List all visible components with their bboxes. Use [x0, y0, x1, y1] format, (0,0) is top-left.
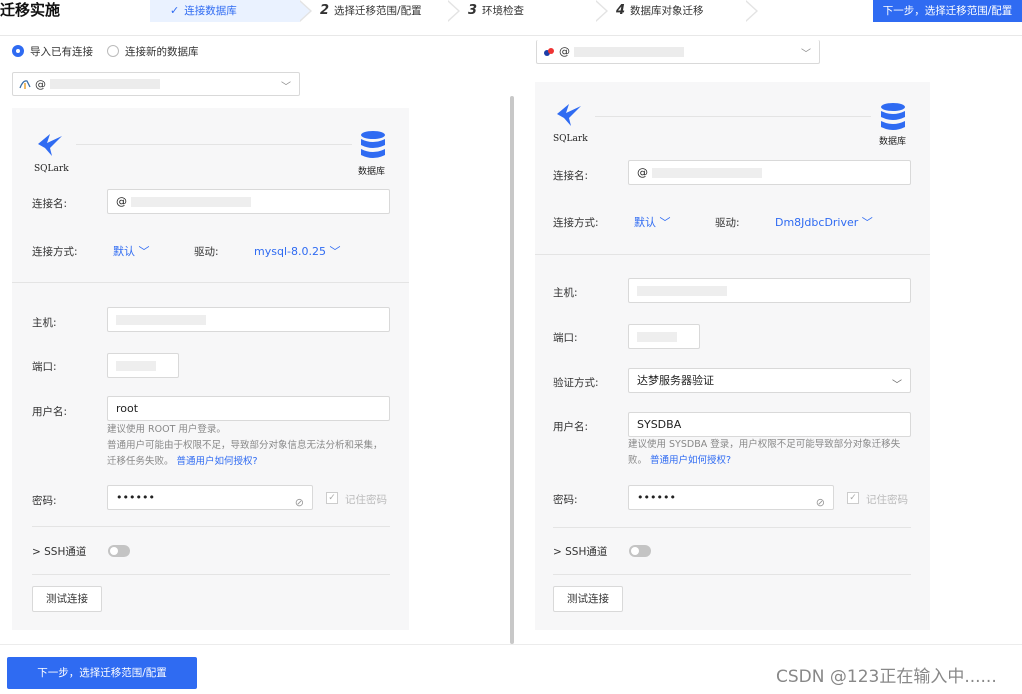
- connection-method-select[interactable]: 默认 ﹀: [634, 214, 671, 230]
- connection-method-label: 连接方式:: [32, 246, 78, 258]
- remember-password-label: 记住密码: [866, 494, 908, 506]
- next-step-button-top[interactable]: 下一步，选择迁移范围/配置: [873, 0, 1022, 22]
- host-label: 主机:: [32, 317, 57, 329]
- database-label: 数据库: [879, 137, 907, 147]
- test-connection-button[interactable]: 测试连接: [32, 586, 102, 612]
- username-value: SYSDBA: [637, 418, 682, 431]
- step-connect-database[interactable]: ✓ 连接数据库: [150, 0, 312, 22]
- auth-method-label: 验证方式:: [553, 377, 599, 389]
- scrollbar[interactable]: [510, 96, 514, 644]
- connection-name-label: 连接名:: [553, 170, 589, 182]
- username-input[interactable]: SYSDBA: [628, 412, 911, 437]
- connection-name-value: @: [116, 195, 127, 208]
- port-label: 端口:: [32, 361, 57, 373]
- remember-password-label: 记住密码: [345, 494, 387, 506]
- step-label: 选择迁移范围/配置: [334, 5, 422, 17]
- password-label: 密码:: [32, 495, 57, 507]
- chevron-down-icon: ﹀: [801, 49, 811, 60]
- authorization-help-link[interactable]: 普通用户如何授权?: [177, 456, 258, 467]
- auth-method-value: 达梦服务器验证: [637, 374, 714, 387]
- source-connection-select[interactable]: @ ﹀: [12, 72, 300, 96]
- username-value: root: [116, 402, 139, 415]
- password-value: ••••••: [637, 491, 676, 504]
- target-connection-card: SQLark 数据库 连接名: @ 连接方式: 默认 ﹀ 驱动: Dm8Jdbc…: [535, 82, 930, 630]
- host-input[interactable]: [628, 278, 911, 303]
- test-connection-button[interactable]: 测试连接: [553, 586, 623, 612]
- radio-new-label: 连接新的数据库: [125, 45, 199, 58]
- eye-hidden-icon[interactable]: ⊘: [295, 491, 304, 514]
- password-value: ••••••: [116, 491, 155, 504]
- radio-new-connection[interactable]: [107, 45, 119, 57]
- username-label: 用户名:: [32, 406, 68, 418]
- driver-label: 驱动:: [194, 246, 219, 258]
- host-input[interactable]: [107, 307, 390, 332]
- connection-method-select[interactable]: 默认 ﹀: [113, 243, 150, 259]
- redacted-text: [574, 46, 684, 57]
- target-connection-select[interactable]: @ ﹀: [536, 40, 820, 64]
- username-input[interactable]: root: [107, 396, 390, 421]
- database-label: 数据库: [358, 167, 386, 177]
- step-label: 连接数据库: [184, 5, 237, 17]
- step-environment-check[interactable]: 3 环境检查: [448, 0, 608, 22]
- ssh-tunnel-switch[interactable]: [629, 545, 651, 557]
- connection-source-radio-group: 导入已有连接 连接新的数据库: [12, 44, 199, 58]
- port-label: 端口:: [553, 332, 578, 344]
- port-input[interactable]: [628, 324, 700, 349]
- driver-label: 驱动:: [715, 217, 740, 229]
- target-connection-value: @: [559, 45, 570, 58]
- check-icon: ✓: [170, 4, 180, 17]
- radio-existing-connection[interactable]: [12, 45, 24, 57]
- sqlark-logo-label: SQLark: [34, 164, 69, 174]
- step-label: 数据库对象迁移: [630, 5, 704, 17]
- mysql-icon: [19, 80, 31, 89]
- ssh-tunnel-toggle-label[interactable]: > SSH通道: [553, 544, 607, 559]
- source-connection-card: SQLark 数据库 连接名: @ 连接方式: 默认 ﹀ 驱动: mysql-8…: [12, 108, 409, 630]
- step-indicator: ✓ 连接数据库 2 选择迁移范围/配置 3 环境检查 4 数据库对象迁移: [150, 0, 758, 22]
- step-label: 环境检查: [482, 5, 525, 17]
- step-object-migration[interactable]: 4 数据库对象迁移: [596, 0, 758, 22]
- driver-select[interactable]: Dm8JdbcDriver ﹀: [775, 214, 873, 230]
- password-input[interactable]: •••••• ⊘: [628, 485, 834, 510]
- watermark: CSDN @123正在输入中......: [776, 667, 997, 687]
- username-hint: 建议使用 ROOT 用户登录。 普通用户可能由于权限不足，导致部分对象信息无法分…: [107, 424, 383, 467]
- connection-name-input[interactable]: @: [628, 160, 911, 185]
- auth-method-select[interactable]: 达梦服务器验证 ﹀: [628, 368, 911, 393]
- sqlark-logo-label: SQLark: [553, 134, 588, 144]
- connection-name-value: @: [637, 166, 648, 179]
- step-number: 2: [320, 3, 330, 18]
- remember-password-checkbox[interactable]: ✓: [326, 492, 338, 504]
- step-select-scope[interactable]: 2 选择迁移范围/配置: [300, 0, 460, 22]
- database-icon: [881, 103, 905, 130]
- authorization-help-link[interactable]: 普通用户如何授权?: [650, 455, 731, 466]
- chevron-down-icon: ﹀: [892, 380, 902, 391]
- eye-hidden-icon[interactable]: ⊘: [816, 491, 825, 514]
- sqlark-logo-icon: [557, 104, 581, 126]
- connection-name-label: 连接名:: [32, 198, 68, 210]
- redacted-text: [50, 79, 160, 89]
- password-input[interactable]: •••••• ⊘: [107, 485, 313, 510]
- radio-existing-label: 导入已有连接: [30, 45, 93, 58]
- remember-password-checkbox[interactable]: ✓: [847, 492, 859, 504]
- sqlark-logo-icon: [38, 134, 62, 156]
- dameng-icon: [544, 47, 554, 56]
- ssh-tunnel-switch[interactable]: [108, 545, 130, 557]
- host-label: 主机:: [553, 287, 578, 299]
- username-label: 用户名:: [553, 421, 589, 433]
- source-connection-value: @: [35, 77, 46, 91]
- top-bar: 迁移实施 ✓ 连接数据库 2 选择迁移范围/配置 3 环境检查 4 数据库对象迁移 下一…: [0, 0, 1022, 36]
- username-hint: 建议使用 SYSDBA 登录，用户权限不足可能导致部分对象迁移失 败。 普通用户…: [628, 439, 901, 466]
- database-icon: [361, 131, 385, 158]
- next-step-button-bottom[interactable]: 下一步，选择迁移范围/配置: [7, 657, 197, 689]
- password-label: 密码:: [553, 494, 578, 506]
- connection-method-label: 连接方式:: [553, 217, 599, 229]
- step-number: 4: [616, 3, 626, 18]
- page-title: 迁移实施: [0, 1, 61, 19]
- port-input[interactable]: [107, 353, 179, 378]
- chevron-down-icon: ﹀: [281, 82, 291, 93]
- ssh-tunnel-toggle-label[interactable]: > SSH通道: [32, 544, 86, 559]
- step-number: 3: [468, 3, 478, 18]
- driver-select[interactable]: mysql-8.0.25 ﹀: [254, 243, 340, 259]
- connection-name-input[interactable]: @: [107, 189, 390, 214]
